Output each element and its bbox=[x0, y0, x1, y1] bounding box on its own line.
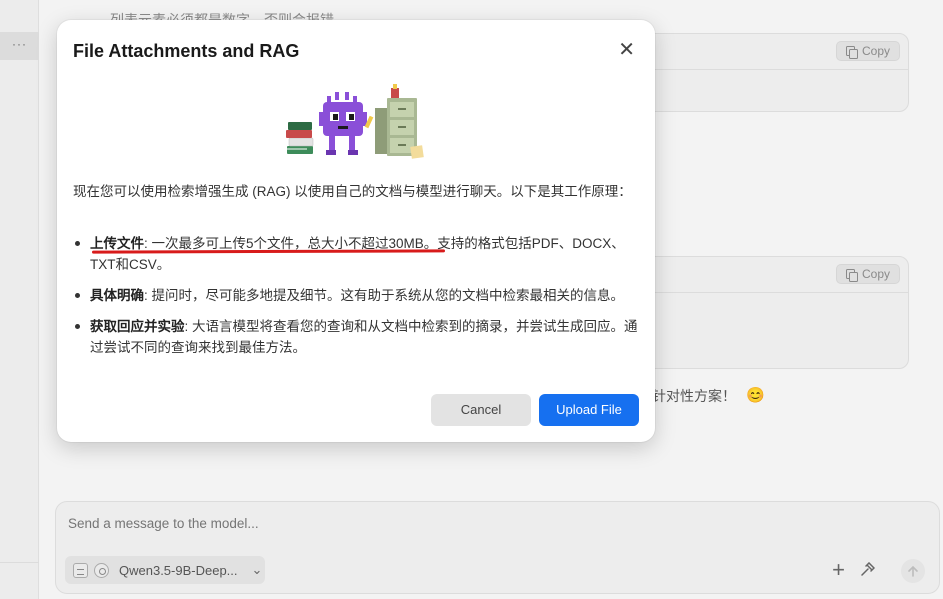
list-item: 具体明确: 提问时，尽可能多地提及细节。这有助于系统从您的文档中检索最相关的信息… bbox=[73, 285, 639, 306]
plus-icon[interactable]: + bbox=[832, 559, 845, 581]
list-item-term: 具体明确 bbox=[90, 288, 144, 303]
send-button[interactable] bbox=[901, 559, 925, 583]
copy-label: Copy bbox=[861, 44, 890, 58]
hammer-icon[interactable] bbox=[859, 561, 876, 583]
dialog-title: File Attachments and RAG bbox=[73, 41, 300, 61]
cancel-button[interactable]: Cancel bbox=[431, 394, 531, 426]
list-item-term: 获取回应并实验 bbox=[90, 319, 185, 334]
copy-icon bbox=[845, 268, 858, 282]
chevron-down-icon: ⌄ bbox=[251, 562, 263, 577]
copy-icon bbox=[845, 45, 858, 59]
copy-label: Copy bbox=[861, 267, 890, 281]
layers-icon[interactable] bbox=[73, 562, 88, 578]
close-icon[interactable]: ✕ bbox=[618, 40, 635, 60]
rail-divider bbox=[0, 562, 39, 563]
message-input[interactable] bbox=[68, 516, 668, 531]
message-composer: Qwen3.5-9B-Deep... ⌄ + bbox=[55, 501, 940, 594]
upload-file-button[interactable]: Upload File bbox=[539, 394, 639, 426]
settings-icon[interactable] bbox=[94, 562, 109, 578]
rag-info-dialog: File Attachments and RAG ✕ 现在您可以使用检索增强生成… bbox=[57, 20, 655, 442]
list-item-text: : 一次最多可上传5个文件，总大小不超过30MB。支持的格式包括PDF、DOCX… bbox=[90, 236, 625, 272]
list-item-text: : 提问时，尽可能多地提及细节。这有助于系统从您的文档中检索最相关的信息。 bbox=[144, 288, 625, 303]
list-item: 上传文件: 一次最多可上传5个文件，总大小不超过30MB。支持的格式包括PDF、… bbox=[73, 233, 639, 275]
intro-text: 现在您可以使用检索增强生成 (RAG) 以使用自己的文档与模型进行聊天。以下是其… bbox=[73, 184, 632, 199]
model-selector[interactable]: Qwen3.5-9B-Deep... ⌄ bbox=[65, 556, 265, 584]
rag-illustration bbox=[286, 84, 424, 159]
left-rail: ··· bbox=[0, 0, 39, 599]
more-options-icon[interactable]: ··· bbox=[0, 32, 39, 60]
model-name: Qwen3.5-9B-Deep... bbox=[119, 562, 238, 578]
smile-emoji: 😊 bbox=[746, 387, 765, 404]
chat-text-partial: 针对性方案！ bbox=[652, 388, 736, 404]
copy-button[interactable]: Copy bbox=[835, 41, 900, 61]
copy-button[interactable]: Copy bbox=[835, 264, 900, 284]
list-item-term: 上传文件 bbox=[90, 236, 144, 251]
list-item: 获取回应并实验: 大语言模型将查看您的查询和从文档中检索到的摘录，并尝试生成回应… bbox=[73, 316, 639, 358]
